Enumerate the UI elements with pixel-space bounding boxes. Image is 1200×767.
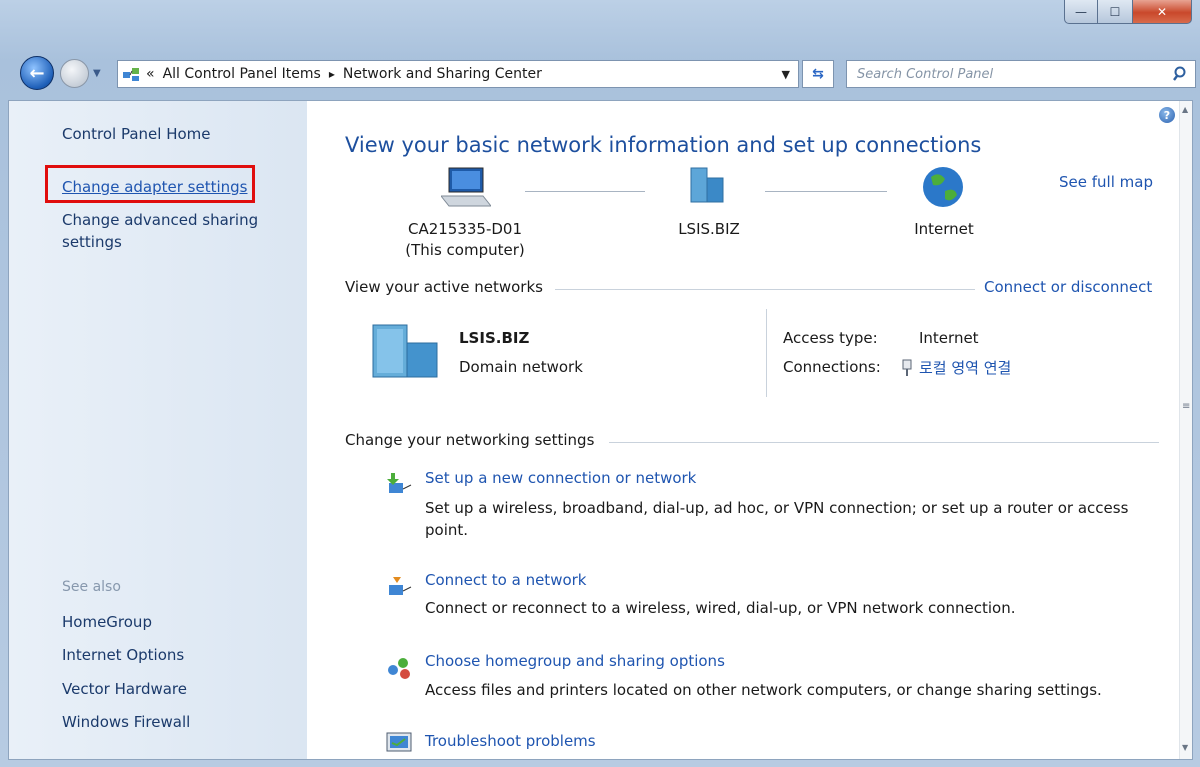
- vector-hardware-link[interactable]: Vector Hardware: [62, 678, 187, 700]
- homegroup-sharing-desc: Access files and printers located on oth…: [425, 681, 1102, 699]
- explorer-window: — ☐ ✕ ← ▼ « All Control Panel Items ▸ Ne…: [0, 0, 1200, 767]
- connection-name[interactable]: 로컬 영역 연결: [919, 357, 1011, 378]
- breadcrumb-all-control-panel-items[interactable]: All Control Panel Items: [163, 66, 321, 82]
- refresh-button[interactable]: ⇆: [802, 60, 834, 88]
- back-arrow-icon: ←: [29, 62, 45, 84]
- troubleshoot-icon: [386, 732, 412, 752]
- troubleshoot-problems-link[interactable]: Troubleshoot problems: [425, 732, 596, 750]
- computer-sub: (This computer): [405, 241, 525, 259]
- networking-settings-header: Change your networking settings: [345, 431, 595, 449]
- minimize-button[interactable]: —: [1064, 0, 1098, 24]
- scroll-up-icon[interactable]: ▲: [1182, 105, 1188, 114]
- domain-node[interactable]: LSIS.BIZ: [654, 219, 764, 240]
- maximize-button[interactable]: ☐: [1098, 0, 1132, 24]
- internet-label: Internet: [914, 220, 974, 238]
- address-overflow[interactable]: «: [146, 66, 155, 82]
- control-panel-home-link[interactable]: Control Panel Home: [62, 125, 211, 143]
- recent-pages-dropdown-icon[interactable]: ▼: [93, 68, 101, 79]
- computer-icon: [441, 167, 491, 207]
- windows-firewall-link[interactable]: Windows Firewall: [62, 711, 190, 733]
- setup-new-connection-link[interactable]: Set up a new connection or network: [425, 469, 696, 487]
- new-connection-icon: [387, 473, 412, 493]
- network-name: LSIS.BIZ: [459, 329, 530, 347]
- sidebar: Control Panel Home Change adapter settin…: [9, 101, 307, 759]
- content-area: Control Panel Home Change adapter settin…: [8, 100, 1193, 760]
- map-connector-line: [525, 191, 645, 192]
- homegroup-link[interactable]: HomeGroup: [62, 611, 152, 633]
- refresh-icon: ⇆: [812, 66, 824, 82]
- vertical-divider: [766, 309, 767, 397]
- close-button[interactable]: ✕: [1132, 0, 1192, 24]
- change-adapter-settings-link[interactable]: Change adapter settings: [62, 176, 248, 198]
- internet-node[interactable]: Internet: [889, 219, 999, 240]
- address-bar[interactable]: « All Control Panel Items ▸ Network and …: [117, 60, 799, 88]
- breadcrumb-separator-icon[interactable]: ▸: [329, 67, 335, 81]
- domain-name: LSIS.BIZ: [678, 220, 740, 238]
- internet-options-link[interactable]: Internet Options: [62, 644, 184, 666]
- domain-server-icon: [690, 167, 724, 203]
- access-type-label: Access type:: [783, 329, 878, 347]
- homegroup-icon: [388, 658, 410, 679]
- main-pane: View your basic network information and …: [309, 101, 1179, 759]
- section-rule: [555, 289, 975, 290]
- forward-button[interactable]: [60, 59, 89, 88]
- this-computer-node[interactable]: CA215335-D01 (This computer): [365, 219, 565, 261]
- connect-or-disconnect-link[interactable]: Connect or disconnect: [984, 278, 1152, 296]
- search-input[interactable]: [847, 65, 1167, 83]
- connections-label: Connections:: [783, 358, 881, 376]
- page-title: View your basic network information and …: [345, 133, 982, 157]
- connect-to-network-desc: Connect or reconnect to a wireless, wire…: [425, 599, 1016, 617]
- connect-to-network-link[interactable]: Connect to a network: [425, 571, 587, 589]
- search-box[interactable]: [846, 60, 1196, 88]
- network-type-link[interactable]: Domain network: [459, 358, 583, 376]
- active-networks-header: View your active networks: [345, 278, 543, 296]
- network-center-icon: [122, 65, 140, 83]
- scroll-down-icon[interactable]: ▼: [1182, 743, 1188, 752]
- back-button[interactable]: ←: [20, 56, 54, 90]
- vertical-scrollbar[interactable]: ▲ ≡ ▼: [1179, 101, 1192, 759]
- connection-link[interactable]: 로컬 영역 연결: [901, 357, 1011, 378]
- see-full-map-link[interactable]: See full map: [1059, 173, 1153, 191]
- see-also-label: See also: [62, 579, 121, 595]
- breadcrumb-network-sharing-center[interactable]: Network and Sharing Center: [343, 66, 542, 82]
- search-icon[interactable]: [1167, 66, 1195, 82]
- change-advanced-sharing-link[interactable]: Change advanced sharing: [62, 209, 258, 231]
- access-type-value: Internet: [919, 329, 979, 347]
- setup-new-connection-desc: Set up a wireless, broadband, dial-up, a…: [425, 499, 1129, 539]
- section-rule: [609, 442, 1159, 443]
- help-icon[interactable]: ?: [1159, 107, 1175, 123]
- internet-globe-icon: [923, 167, 963, 207]
- connect-network-icon: [389, 577, 412, 595]
- window-controls: — ☐ ✕: [1064, 0, 1192, 24]
- scroll-grip-icon[interactable]: ≡: [1182, 401, 1190, 412]
- ethernet-plug-icon: [902, 359, 912, 376]
- homegroup-sharing-link[interactable]: Choose homegroup and sharing options: [425, 652, 725, 670]
- computer-name: CA215335-D01: [407, 220, 523, 238]
- map-connector-line: [765, 191, 887, 192]
- domain-network-icon[interactable]: [371, 323, 441, 379]
- address-dropdown-icon[interactable]: ▼: [782, 68, 790, 81]
- change-advanced-sharing-link-line2[interactable]: settings: [62, 231, 122, 253]
- title-bar: — ☐ ✕: [0, 0, 1200, 50]
